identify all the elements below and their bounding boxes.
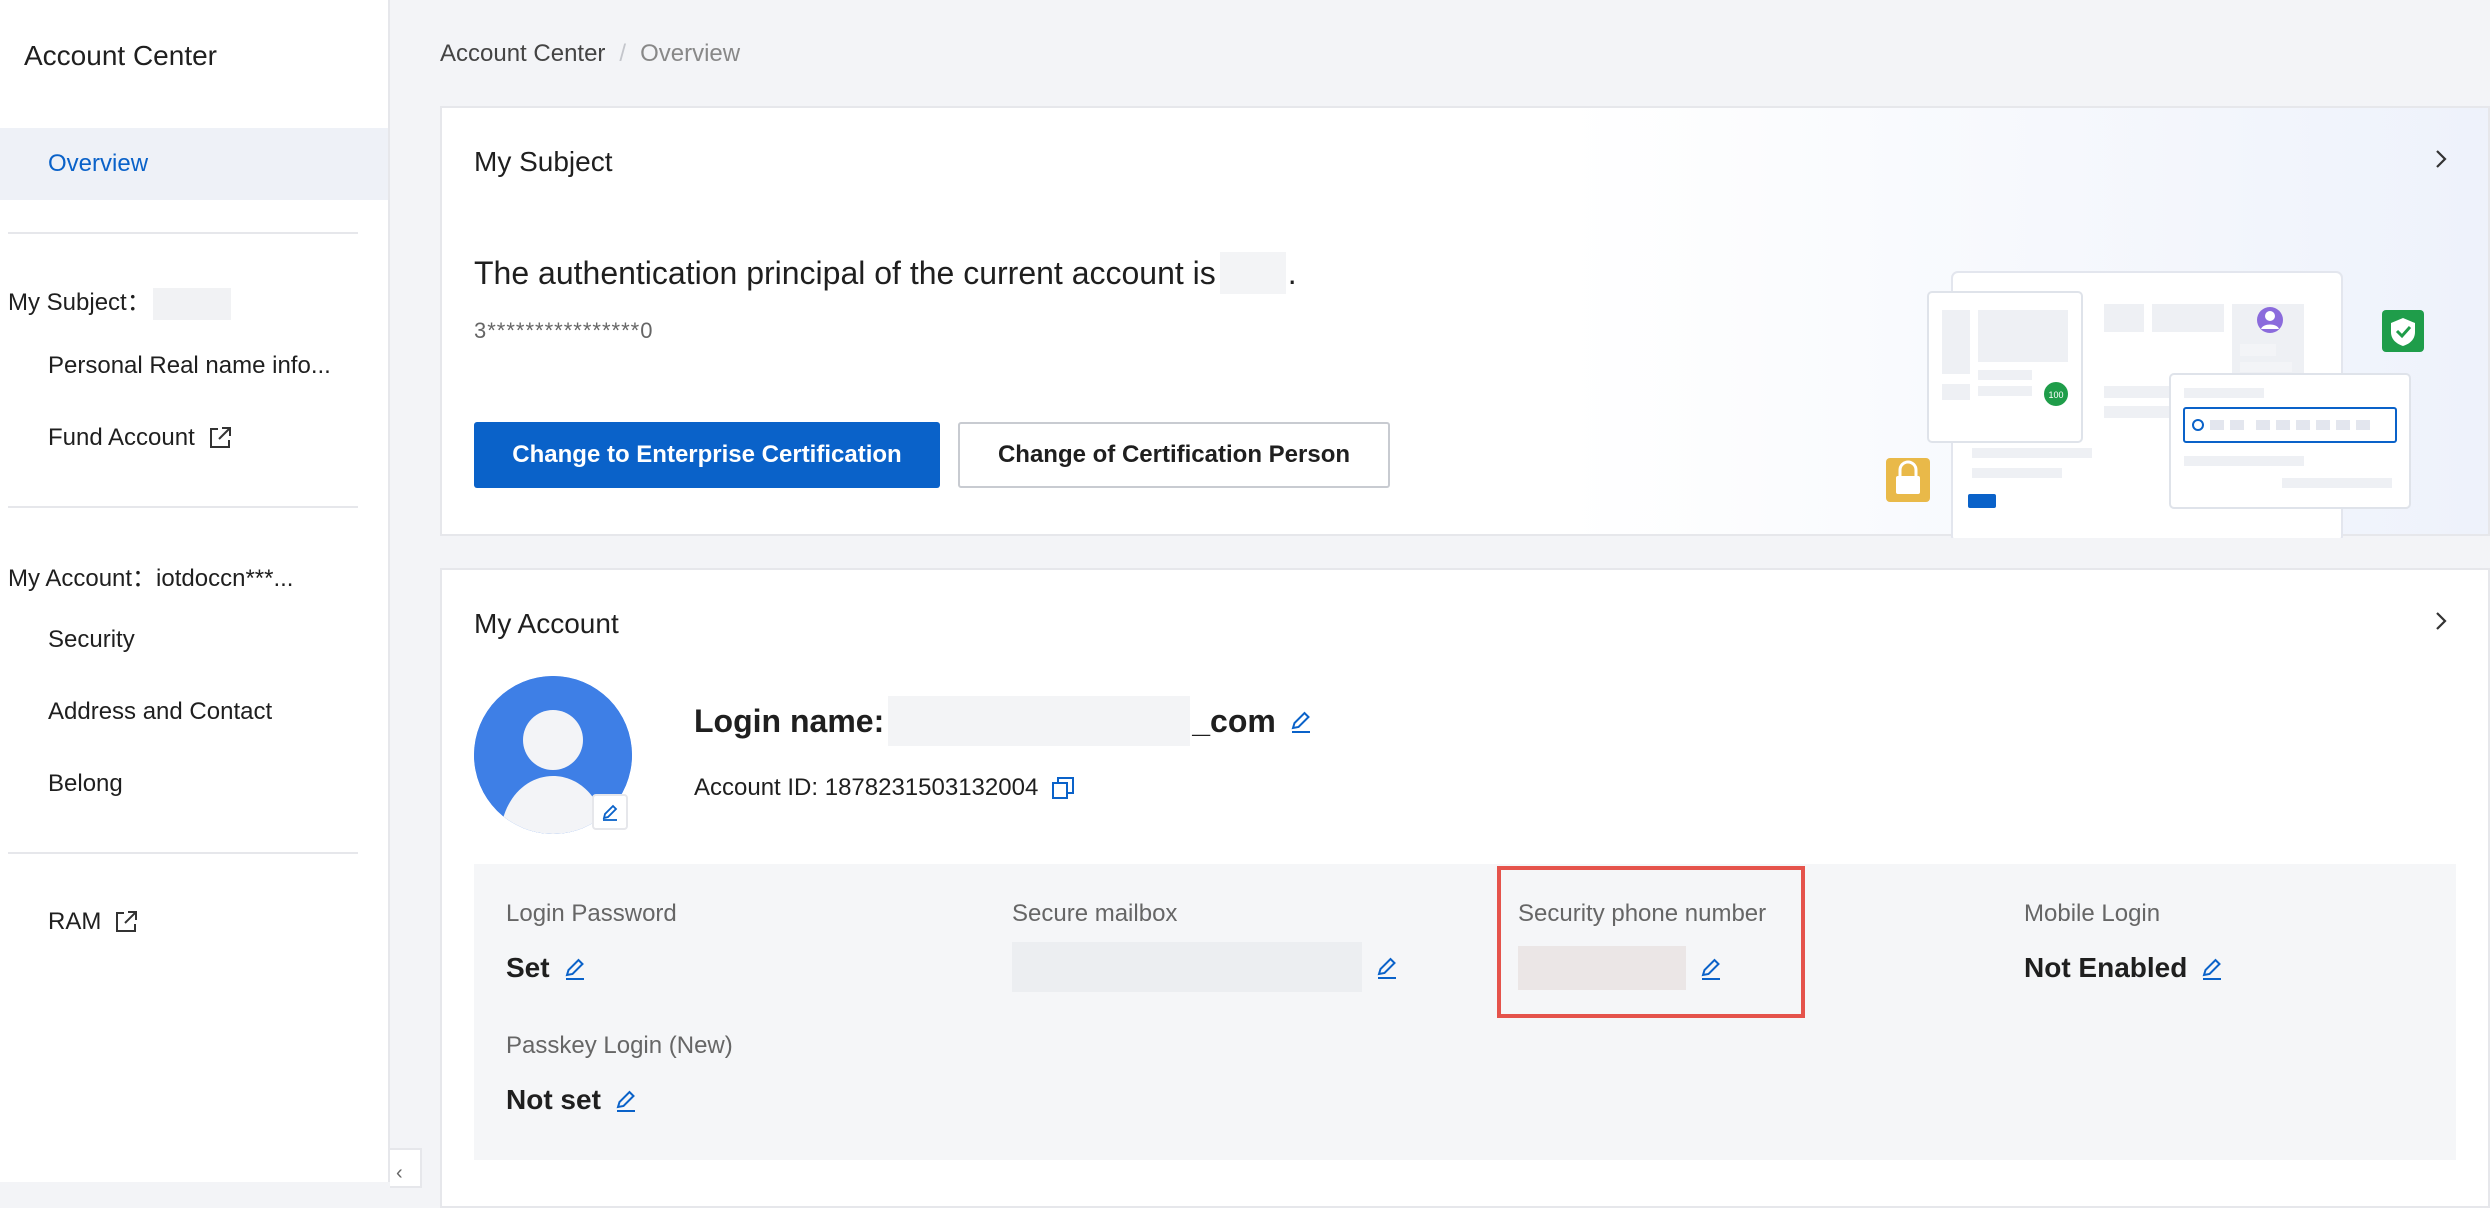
mobile-login-value: Not Enabled — [2024, 952, 2225, 984]
passkey-login-value: Not set — [506, 1084, 639, 1116]
change-certification-person-button[interactable]: Change of Certification Person — [958, 422, 1390, 488]
secure-mailbox-value — [1012, 942, 1400, 992]
card-title: My Account — [474, 608, 619, 639]
sidebar-title: Account Center — [24, 40, 217, 71]
security-info-panel: Login Password Set Secure mailbox Securi… — [474, 864, 2456, 1160]
security-phone-value — [1518, 946, 1724, 990]
login-password-label: Login Password — [506, 900, 677, 927]
redacted-subject — [152, 287, 231, 320]
sidebar-item-label: Overview — [48, 150, 149, 177]
card-title: My Subject — [474, 146, 613, 177]
account-id-text: Account ID: 1878231503132004 — [694, 774, 1039, 801]
breadcrumb-root[interactable]: Account Center — [440, 40, 605, 67]
my-subject-card: My Subject The authentication principal … — [440, 106, 2490, 538]
edit-icon[interactable] — [613, 1087, 639, 1113]
edit-icon[interactable] — [1698, 955, 1724, 981]
breadcrumb: Account Center / Overview — [440, 40, 740, 68]
chevron-right-icon[interactable] — [2430, 610, 2452, 632]
redacted-principal — [1219, 252, 1286, 294]
sidebar-group-my-subject: My Subject： — [8, 282, 231, 320]
my-account-card: My Account Login name: _com Account ID: 1… — [440, 568, 2490, 1208]
sidebar-item-label: Security — [48, 626, 135, 653]
security-phone-label: Security phone number — [1518, 900, 1767, 927]
shield-check-icon — [2382, 310, 2424, 352]
avatar-edit-button[interactable] — [592, 794, 628, 830]
redacted-login-name — [888, 696, 1191, 746]
passkey-login-label: Passkey Login (New) — [506, 1032, 733, 1059]
sidebar-divider — [8, 852, 358, 854]
mobile-login-status: Not Enabled — [2024, 952, 2188, 983]
external-link-icon — [209, 427, 231, 448]
secure-mailbox-label: Secure mailbox — [1012, 900, 1178, 927]
sidebar-collapse-button[interactable]: ‹ — [390, 1148, 422, 1188]
sidebar-item-address-contact[interactable]: Address and Contact — [48, 698, 272, 726]
copy-icon[interactable] — [1050, 775, 1076, 801]
edit-icon[interactable] — [1288, 708, 1314, 734]
principal-text: The authentication principal of the curr… — [474, 254, 1216, 291]
sidebar-group-label: My Subject： — [8, 289, 151, 316]
sidebar-item-label: Address and Contact — [48, 698, 273, 725]
sidebar-item-label: RAM — [48, 908, 102, 935]
login-name-label: Login name: — [694, 702, 885, 739]
user-circle-icon — [2257, 307, 2283, 333]
sidebar-item-security[interactable]: Security — [48, 626, 135, 654]
sidebar-divider — [8, 232, 358, 234]
chevron-right-icon[interactable] — [2430, 148, 2452, 170]
principal-period: . — [1287, 254, 1297, 291]
edit-icon[interactable] — [562, 955, 588, 981]
principal-statement: The authentication principal of the curr… — [474, 252, 1297, 294]
score-badge-icon: 100 — [2042, 380, 2070, 408]
sidebar-item-ram[interactable]: RAM — [48, 908, 139, 936]
login-password-value: Set — [506, 952, 588, 984]
sidebar-item-label: Fund Account — [48, 424, 195, 451]
score-badge-text: 100 — [2048, 390, 2063, 400]
sidebar-item-overview[interactable]: Overview — [0, 128, 388, 200]
passkey-login-status: Not set — [506, 1084, 601, 1115]
login-name: Login name: _com — [694, 696, 1314, 746]
change-enterprise-certification-button[interactable]: Change to Enterprise Certification — [474, 422, 940, 488]
certification-illustration: 100 — [1886, 271, 2424, 538]
sidebar-item-fund-account[interactable]: Fund Account — [48, 424, 233, 452]
lock-icon — [1886, 458, 1930, 502]
login-name-suffix: _com — [1192, 702, 1276, 739]
edit-icon[interactable] — [2199, 955, 2225, 981]
sidebar-item-label: Belong — [48, 770, 123, 797]
sidebar-item-belong[interactable]: Belong — [48, 770, 123, 798]
breadcrumb-separator: / — [619, 40, 627, 67]
mobile-login-label: Mobile Login — [2024, 900, 2161, 927]
edit-icon[interactable] — [1374, 954, 1400, 980]
sidebar: Account Center Overview My Subject： Pers… — [0, 0, 390, 1182]
external-link-icon — [116, 911, 138, 932]
edit-icon — [602, 804, 618, 821]
redacted-phone — [1518, 946, 1686, 990]
redacted-mailbox — [1012, 942, 1362, 992]
sidebar-divider — [8, 506, 358, 508]
login-password-status: Set — [506, 952, 550, 983]
masked-id-number: 3****************0 — [474, 318, 654, 343]
account-id: Account ID: 1878231503132004 — [694, 774, 1076, 802]
sidebar-item-personal-real-name[interactable]: Personal Real name info... — [48, 352, 331, 380]
sidebar-item-label: Personal Real name info... — [48, 352, 331, 379]
breadcrumb-current: Overview — [640, 40, 741, 67]
sidebar-group-my-account: My Account：iotdoccn***... — [8, 565, 294, 592]
